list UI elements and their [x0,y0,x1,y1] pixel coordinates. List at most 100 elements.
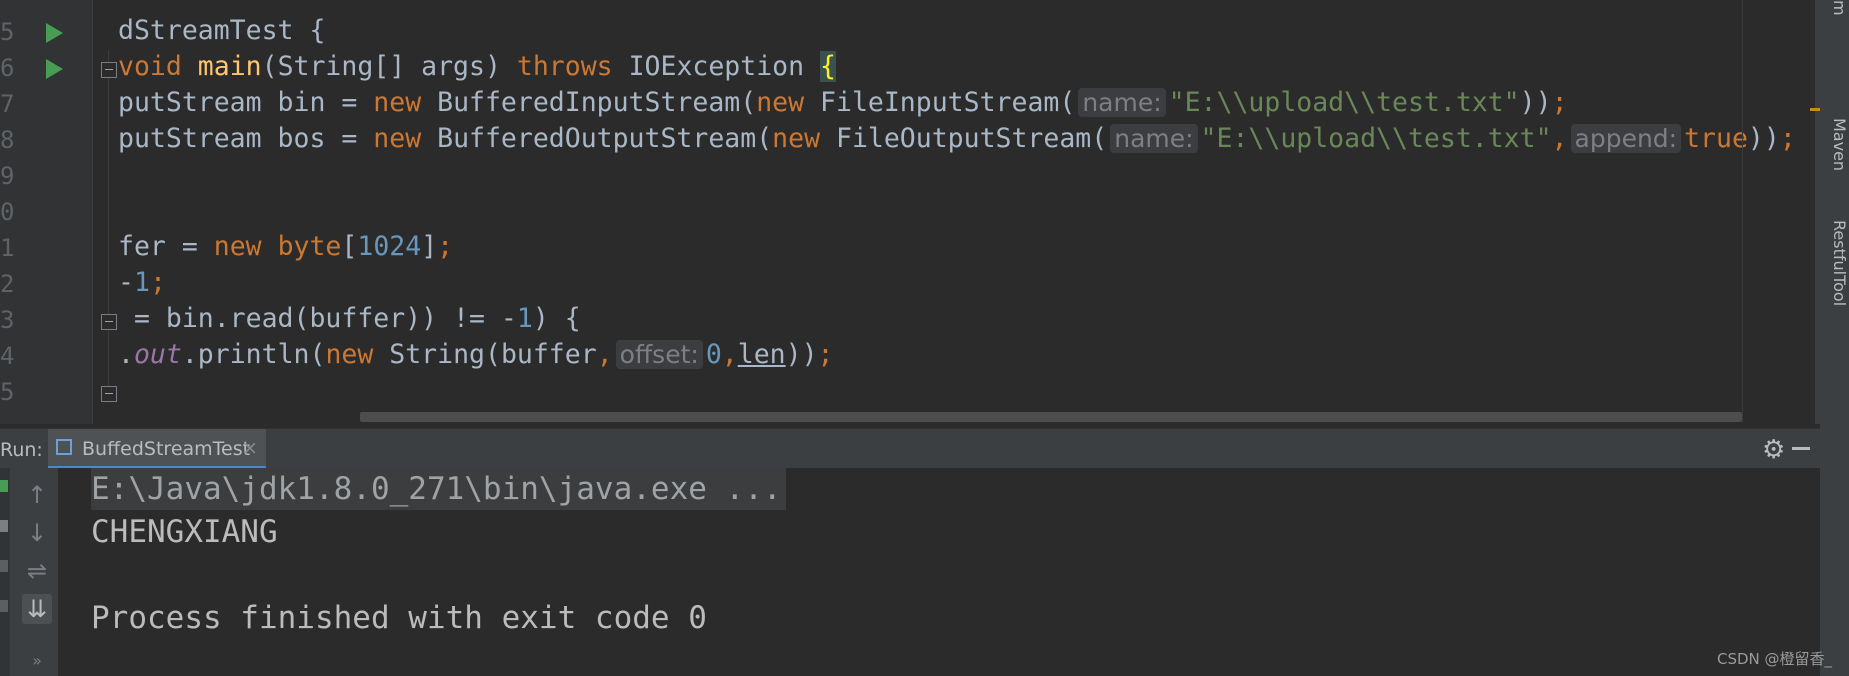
code-token: )) [1519,87,1552,118]
code-line[interactable]: void main(String[] args) throws IOExcept… [118,49,1796,85]
code-token: putStream bos = [118,123,374,154]
code-token: , [596,339,613,370]
side-tab-restfultool[interactable]: RestfulTool [1830,220,1849,306]
code-token: [ [341,231,358,262]
fold-icon[interactable] [101,62,117,78]
parameter-hint: name: [1110,124,1198,153]
run-tab[interactable]: BuffedStreamTest × [48,429,266,469]
code-token: ; [1551,87,1568,118]
soft-wrap-icon[interactable]: ⇌ [22,556,52,586]
run-class-icon[interactable] [46,23,63,43]
parameter-hint: name: [1078,88,1166,117]
gutter-divider [92,0,93,424]
stop-icon[interactable] [0,560,8,572]
line-number: 9 [0,162,15,190]
code-token: IOException [628,51,821,82]
scroll-down-icon[interactable]: ↓ [22,518,52,548]
code-token: ) { [532,303,581,334]
code-token: BufferedInputStream( [437,87,757,118]
side-tab-profiler[interactable]: m [1830,0,1849,16]
run-panel-header: Run: BuffedStreamTest × ⚙ [0,428,1820,470]
fold-icon[interactable] [101,314,117,330]
code-token: 0 [705,339,722,370]
code-token: FileInputStream( [820,87,1076,118]
run-tab-title: BuffedStreamTest [82,438,251,460]
code-token: new [772,123,836,154]
console-exit-line: Process finished with exit code 0 [91,600,707,636]
fold-icon[interactable] [101,386,117,402]
code-token: out [133,339,182,370]
code-line[interactable]: dStreamTest { [118,13,1796,49]
scroll-up-icon[interactable]: ↑ [22,480,52,510]
code-token: )) [1747,123,1780,154]
run-label: Run: [0,439,43,461]
code-token: 1 [133,267,150,298]
code-token: . [118,339,134,370]
code-token: ; [1779,123,1796,154]
parameter-hint: append: [1570,124,1682,153]
line-number: 0 [0,198,15,226]
run-config-icon [56,439,72,455]
wrench-icon[interactable] [0,600,8,612]
line-number: 4 [0,342,15,370]
code-line[interactable] [118,193,1796,229]
line-number: 7 [0,90,15,118]
line-number: 3 [0,306,15,334]
line-number: 1 [0,234,15,262]
rerun-icon[interactable] [0,480,8,492]
line-number: 5 [0,18,15,46]
parameter-hint: offset: [615,340,703,369]
code-token: ; [817,339,834,370]
code-token: new [213,231,278,262]
code-line[interactable]: putStream bos = new BufferedOutputStream… [118,121,1796,157]
line-number: 5 [0,378,15,406]
gear-icon[interactable]: ⚙ [1762,435,1785,465]
right-tool-panel [1820,0,1849,676]
code-token: 1024 [357,231,422,262]
scroll-to-end-icon[interactable]: ⇊ [22,594,52,624]
code-line[interactable] [118,157,1796,193]
code-token: "E:\\upload\\test.txt" [1168,87,1520,118]
code-line[interactable]: -1; [118,265,1796,301]
code-token: fer = [118,231,214,262]
code-token: new [373,87,438,118]
more-icon[interactable]: » [22,646,52,676]
right-margin-guide [1742,0,1743,424]
code-token: dStreamTest { [118,15,326,46]
console-command-line: E:\Java\jdk1.8.0_271\bin\java.exe ... [91,468,786,510]
code-token: FileOutputStream( [835,123,1108,154]
code-token: ] [421,231,438,262]
code-token: (String[] args) [261,51,517,82]
code-text[interactable]: dStreamTest {void main(String[] args) th… [118,13,1796,409]
code-token: new [373,123,438,154]
line-number: 6 [0,54,15,82]
code-token: - [118,267,134,298]
code-token: , [1551,123,1568,154]
side-tab-maven[interactable]: Maven [1830,118,1849,171]
horizontal-scrollbar[interactable] [360,412,1742,422]
code-token: 1 [516,303,533,334]
console-output-line: CHENGXIANG [91,514,278,550]
code-line[interactable]: = bin.read(buffer)) != -1) { [118,301,1796,337]
code-token: String(buffer [389,339,597,370]
code-line[interactable]: putStream bin = new BufferedInputStream(… [118,85,1796,121]
fold-guide [108,50,109,390]
code-line[interactable]: .out.println(new String(buffer, offset: 0,… [118,337,1796,373]
code-token: new [756,87,821,118]
code-editor[interactable]: 5 6 7 8 9 0 1 2 3 4 5 dStreamTest {void … [0,0,1849,424]
code-token: len [737,339,786,370]
minimize-icon[interactable] [1792,447,1810,450]
code-token: BufferedOutputStream( [437,123,773,154]
code-token: putStream bin = [118,87,374,118]
run-console[interactable]: ↑ ↓ ⇌ ⇊ » E:\Java\jdk1.8.0_271\bin\java.… [0,468,1820,676]
reload-icon[interactable] [0,520,8,532]
code-line[interactable] [118,373,1796,409]
run-main-icon[interactable] [46,59,63,79]
line-number: 2 [0,270,15,298]
watermark-text: CSDN @橙留香_ [1717,650,1833,668]
close-icon[interactable]: × [242,437,258,459]
code-token: , [721,339,738,370]
code-token: { [820,51,836,82]
console-toolbar: ↑ ↓ ⇌ ⇊ » [0,468,58,676]
code-line[interactable]: fer = new byte[1024]; [118,229,1796,265]
